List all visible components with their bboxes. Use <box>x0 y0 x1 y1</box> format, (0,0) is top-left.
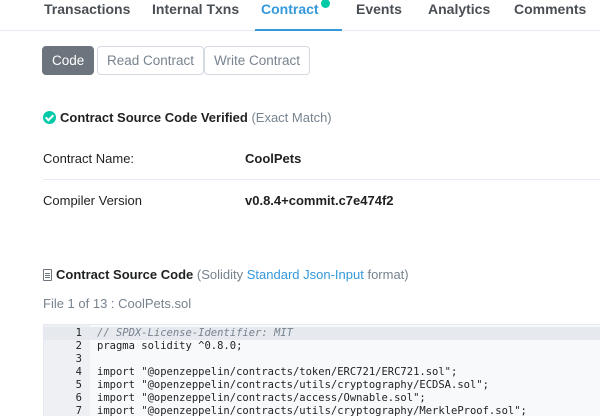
line-content: import "@openzeppelin/contracts/utils/cr… <box>97 405 527 416</box>
source-prefix: (Solidity <box>196 267 244 282</box>
verified-title: Contract Source Code Verified <box>60 110 248 125</box>
file-code-icon <box>43 269 52 281</box>
code-line: 7 import "@openzeppelin/contracts/utils/c… <box>44 405 600 416</box>
tab-contract[interactable]: Contract <box>255 0 342 31</box>
code-line: 4 import "@openzeppelin/contracts/token/E… <box>44 366 600 379</box>
read-contract-button[interactable]: Read Contract <box>97 46 205 75</box>
divider <box>43 179 600 180</box>
source-code-title: Contract Source Code <box>56 267 194 282</box>
line-number: 2 <box>75 340 82 352</box>
check-circle-icon <box>43 111 56 124</box>
code-line: 1 // SPDX-License-Identifier: MIT <box>44 327 600 340</box>
compiler-version-value: v0.8.4+commit.c7e474f2 <box>245 193 394 208</box>
match-type: (Exact Match) <box>251 110 332 125</box>
verification-status: Contract Source Code Verified (Exact Mat… <box>43 109 332 127</box>
compiler-version-label: Compiler Version <box>43 193 142 208</box>
tab-events[interactable]: Events <box>356 0 402 18</box>
source-code-heading: Contract Source Code (Solidity Standard … <box>43 266 409 284</box>
source-suffix: format) <box>367 267 409 282</box>
line-number: 7 <box>75 405 82 416</box>
code-line: 3 <box>44 353 600 366</box>
line-content: import "@openzeppelin/contracts/utils/cr… <box>97 379 489 391</box>
code-line: 2 pragma solidity ^0.8.0; <box>44 340 600 353</box>
tab-internal-txns[interactable]: Internal Txns <box>152 0 239 18</box>
line-number: 1 <box>75 327 82 339</box>
tab-comments[interactable]: Comments <box>514 0 586 18</box>
verified-check-icon <box>320 0 330 8</box>
line-content: pragma solidity ^0.8.0; <box>97 340 243 352</box>
contract-tabs: Transactions Internal Txns Contract Even… <box>0 0 600 31</box>
contract-name-label: Contract Name: <box>43 151 135 166</box>
tab-contract-label: Contract <box>261 1 319 17</box>
write-contract-button[interactable]: Write Contract <box>204 46 311 75</box>
tab-analytics[interactable]: Analytics <box>428 0 490 18</box>
line-number: 3 <box>75 353 82 365</box>
contract-name-value: CoolPets <box>245 151 302 166</box>
line-content: import "@openzeppelin/contracts/access/O… <box>97 392 426 404</box>
file-indicator: File 1 of 13 : CoolPets.sol <box>43 296 192 311</box>
code-editor[interactable]: 1 // SPDX-License-Identifier: MIT 2 pragma … <box>43 324 600 416</box>
code-line: 6 import "@openzeppelin/contracts/access/… <box>44 392 600 405</box>
code-button[interactable]: Code <box>42 46 95 75</box>
line-number: 5 <box>75 379 82 391</box>
json-input-link[interactable]: Standard Json-Input <box>247 267 364 282</box>
line-content: import "@openzeppelin/contracts/token/ER… <box>97 366 458 378</box>
line-number: 6 <box>75 392 82 404</box>
code-line: 5 import "@openzeppelin/contracts/utils/c… <box>44 379 600 392</box>
line-content: // SPDX-License-Identifier: MIT <box>97 327 293 339</box>
active-tab-underline <box>255 29 342 31</box>
line-number: 4 <box>75 366 82 378</box>
tab-transactions[interactable]: Transactions <box>44 0 130 18</box>
